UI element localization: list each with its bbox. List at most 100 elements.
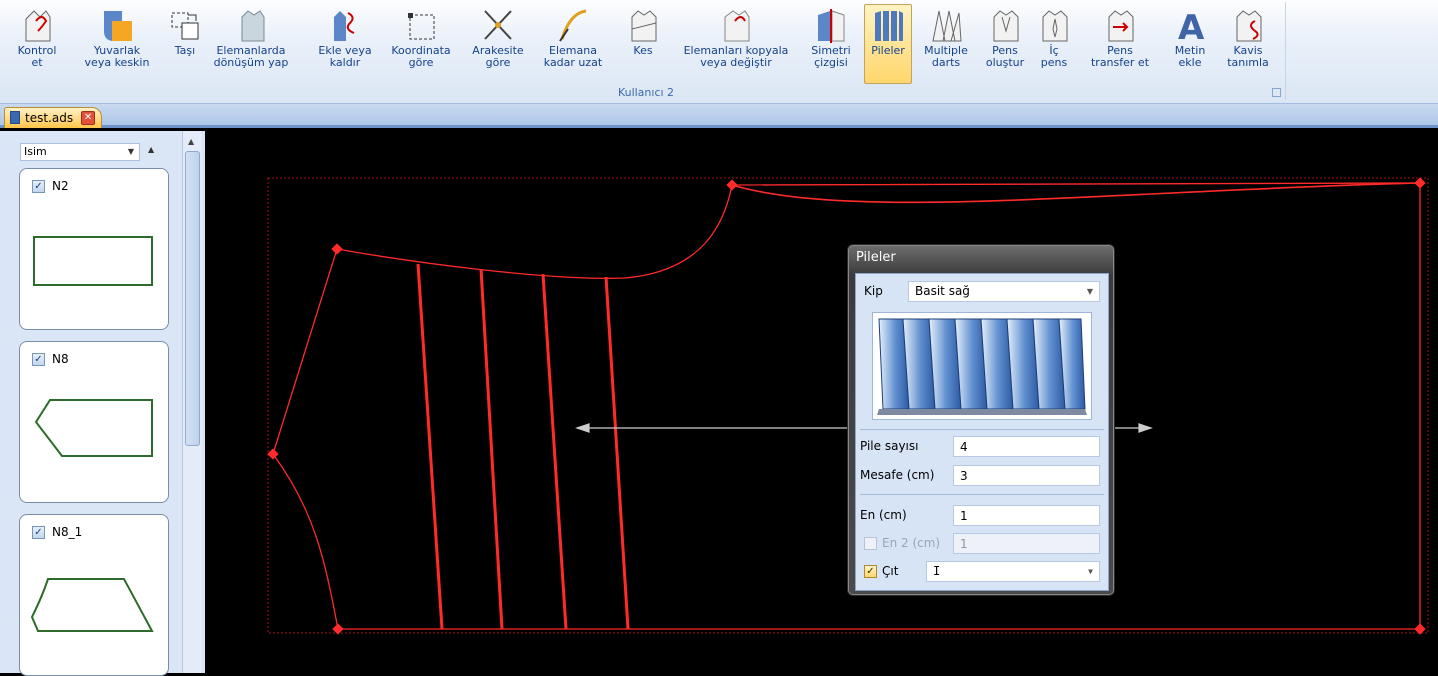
ekle-kaldir-label: Ekle veya kaldır (318, 44, 372, 69)
sort-ascending-icon[interactable]: ▲ (148, 145, 154, 154)
pleat-preview-panels (877, 318, 1087, 415)
koordinata-gore-label: Koordinata göre (391, 44, 451, 69)
pile-sayisi-input[interactable] (953, 436, 1100, 457)
text-icon: A (1172, 5, 1208, 45)
cit-checkbox[interactable]: ✓ (864, 565, 877, 578)
cit-select-value: I (933, 564, 941, 578)
drawing-canvas[interactable] (205, 131, 1438, 673)
elemana-kadar-uzat-label: Elemana kadar uzat (543, 44, 603, 69)
elemanlarda-donusum-button[interactable]: Elemanlarda dönüşüm yap (213, 4, 289, 84)
create-dart-icon (987, 5, 1023, 45)
metin-ekle-button[interactable]: A Metin ekle (1168, 4, 1212, 84)
multiple-darts-label: Multiple darts (924, 44, 968, 69)
pleat-line[interactable] (604, 276, 630, 630)
dialog-title: Pileler (856, 250, 896, 265)
panel-scrollbar[interactable]: ▲ (182, 131, 202, 673)
pile-sayisi-label: Pile sayısı (860, 439, 919, 453)
pens-transfer-label: Pens transfer et (1090, 44, 1150, 69)
cut-icon (625, 5, 661, 45)
document-tab-label: test.ads (25, 111, 74, 125)
metin-ekle-label: Metin ekle (1174, 44, 1206, 69)
ic-pens-label: İç pens (1040, 44, 1068, 69)
kip-select-value: Basit sağ (915, 284, 970, 298)
symmetry-line-icon (813, 5, 849, 45)
scroll-up-icon[interactable]: ▲ (188, 137, 194, 146)
curve-define-icon (1230, 5, 1266, 45)
divider (860, 429, 1104, 430)
kontrol-et-label: Kontrol et (17, 44, 57, 69)
document-tab[interactable]: test.ads ✕ (4, 107, 103, 128)
add-remove-icon (327, 5, 363, 45)
pleat-line[interactable] (416, 263, 444, 630)
pattern-drawing[interactable] (205, 131, 1438, 673)
arakesite-gore-button[interactable]: Arakesite göre (468, 4, 528, 84)
divider (860, 494, 1104, 495)
mesafe-input[interactable] (953, 465, 1100, 486)
shirt-check-icon (19, 5, 55, 45)
koordinata-gore-button[interactable]: Koordinata göre (386, 4, 456, 84)
arakesite-gore-label: Arakesite göre (472, 44, 524, 69)
transform-icon (233, 5, 269, 45)
elemanlari-kopyala-label: Elemanları kopyala veya değiştir (683, 44, 789, 69)
yuvarlak-button[interactable]: Yuvarlak veya keskin (80, 4, 154, 84)
coordinate-icon (403, 5, 439, 45)
kip-select[interactable]: Basit sağ ▼ (908, 281, 1100, 302)
pileler-label: Pileler (871, 44, 905, 57)
chevron-down-icon: ▼ (1088, 567, 1093, 576)
ribbon-group-label: Kullanıcı 2 (617, 86, 675, 99)
kes-button[interactable]: Kes (626, 4, 660, 84)
pens-transfer-button[interactable]: Pens transfer et (1082, 4, 1158, 84)
pileler-dialog: Pileler Kip Basit sağ ▼ Pile sayısı 4 Me… (847, 244, 1115, 596)
kontrol-et-button[interactable]: Kontrol et (12, 4, 62, 84)
close-icon[interactable]: ✕ (81, 111, 96, 125)
pleat-line[interactable] (479, 268, 504, 630)
simetri-cizgisi-label: Simetri çizgisi (811, 44, 851, 69)
elemana-kadar-uzat-button[interactable]: Elemana kadar uzat (538, 4, 608, 84)
cit-label: Çıt (882, 564, 899, 578)
pleats-icon (870, 5, 906, 45)
piece-name: N8 (52, 352, 69, 366)
mesafe-label: Mesafe (cm) (860, 468, 935, 482)
piece-name: N8_1 (52, 525, 83, 539)
pens-olustur-label: Pens oluştur (985, 44, 1025, 69)
piece-checkbox[interactable]: ✓ (32, 526, 45, 539)
piece-card-n2[interactable]: ✓ N2 (19, 168, 169, 330)
scroll-thumb[interactable] (185, 151, 200, 446)
elemanlarda-donusum-label: Elemanlarda dönüşüm yap (213, 44, 289, 69)
dart-transfer-icon (1102, 5, 1138, 45)
kes-label: Kes (633, 44, 653, 57)
round-corner-icon (99, 5, 135, 45)
ribbon-group-kullanici-2: Kontrol et Yuvarlak veya keskin Taşı Ele… (6, 2, 1286, 100)
pleat-preview-image (872, 312, 1092, 420)
ekle-kaldir-button[interactable]: Ekle veya kaldır (316, 4, 374, 84)
piece-checkbox[interactable]: ✓ (32, 353, 45, 366)
kavis-tanimla-button[interactable]: Kavis tanımla (1222, 4, 1274, 84)
copy-elements-icon (718, 5, 754, 45)
piece-checkbox[interactable]: ✓ (32, 180, 45, 193)
cit-select[interactable]: I ▼ (926, 561, 1100, 582)
pieces-panel: Isim ▼ ▲ ✓ N2 ✓ N8 ✓ N8_1 ▲ (0, 131, 205, 676)
multiple-darts-button[interactable]: Multiple darts (920, 4, 972, 84)
pleat-line[interactable] (541, 273, 568, 630)
en2-label: En 2 (cm) (882, 536, 941, 550)
sort-select[interactable]: Isim ▼ (20, 143, 140, 161)
piece-card-n8-1[interactable]: ✓ N8_1 (19, 514, 169, 676)
document-tabstrip: test.ads ✕ (0, 104, 1438, 128)
piece-thumbnail (33, 236, 153, 286)
piece-card-n8[interactable]: ✓ N8 (19, 341, 169, 503)
en2-input (953, 533, 1100, 554)
ic-pens-button[interactable]: İç pens (1036, 4, 1072, 84)
move-icon (167, 5, 203, 45)
en-input[interactable] (953, 505, 1100, 526)
dialog-launcher-icon[interactable] (1272, 88, 1281, 97)
inner-dart-icon (1036, 5, 1072, 45)
simetri-cizgisi-button[interactable]: Simetri çizgisi (808, 4, 854, 84)
tasi-button[interactable]: Taşı (168, 4, 202, 84)
elemanlari-kopyala-button[interactable]: Elemanları kopyala veya değiştir (674, 4, 798, 84)
tasi-label: Taşı (174, 44, 196, 57)
piece-name: N2 (52, 179, 69, 193)
pleat-lines[interactable] (416, 263, 630, 630)
pens-olustur-button[interactable]: Pens oluştur (982, 4, 1028, 84)
pileler-button[interactable]: Pileler (864, 4, 912, 84)
document-icon (10, 111, 20, 124)
